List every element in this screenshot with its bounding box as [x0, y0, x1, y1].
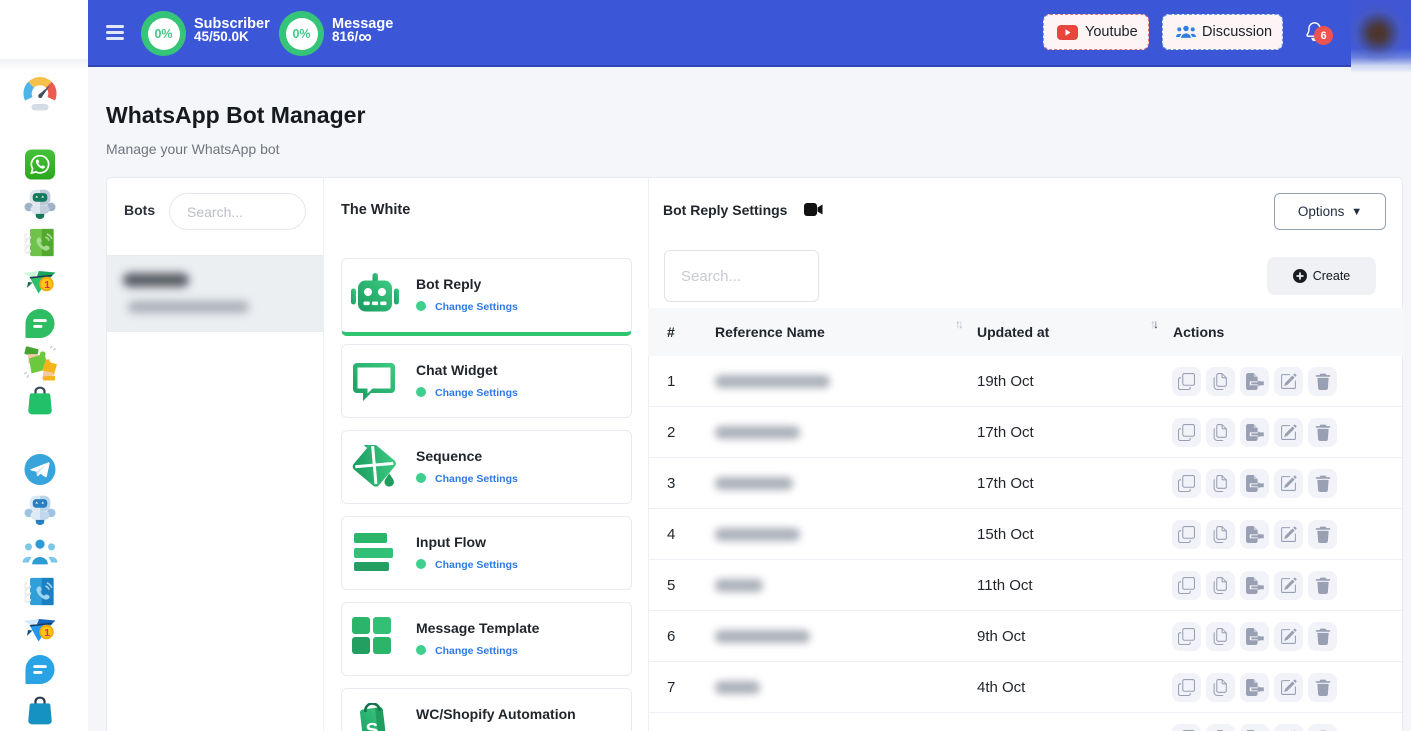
svg-text:1: 1	[44, 627, 50, 639]
svg-text:1: 1	[44, 279, 50, 291]
svg-text:S: S	[365, 719, 380, 731]
